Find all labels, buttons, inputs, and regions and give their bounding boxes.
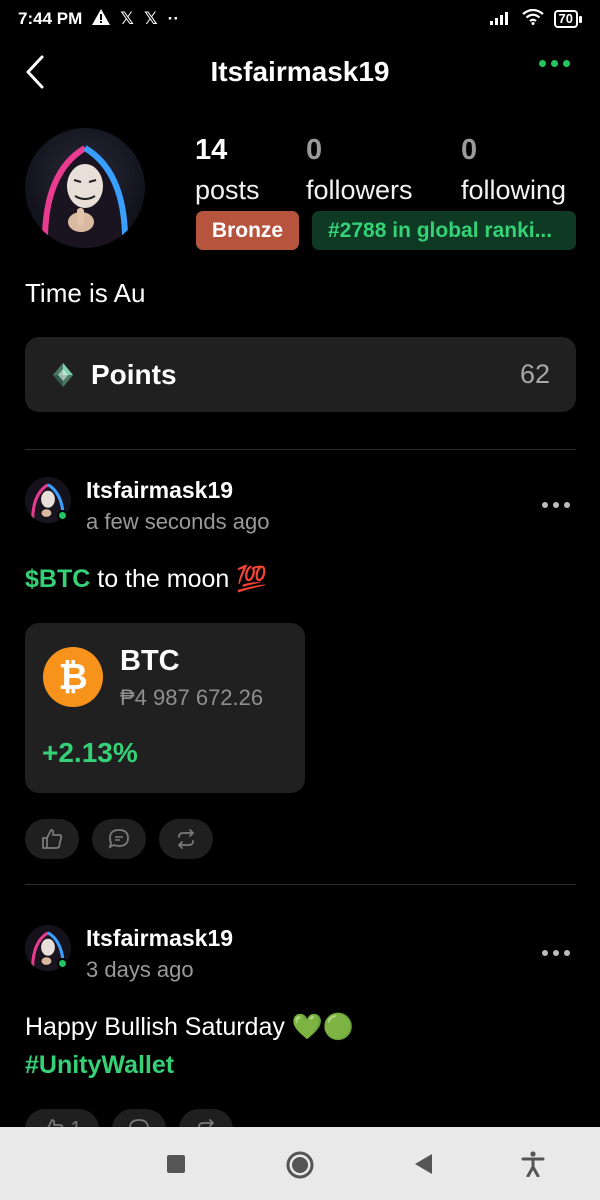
triangle-back-icon [415, 1154, 432, 1174]
post-text: to the moon 💯 [90, 565, 268, 593]
thumbs-up-icon [42, 829, 63, 849]
coin-symbol: BTC [120, 645, 180, 677]
post-timestamp: 3 days ago [86, 957, 194, 982]
post-author-avatar[interactable] [25, 925, 71, 971]
comment-icon [108, 829, 129, 849]
wifi-icon [521, 8, 544, 30]
points-card[interactable]: Points 62 [25, 337, 576, 412]
divider [25, 884, 576, 885]
posts-stat[interactable]: 14 posts [195, 130, 260, 210]
warning-icon [92, 8, 111, 30]
chevron-left-icon [26, 55, 44, 89]
post-timestamp: a few seconds ago [86, 509, 270, 534]
bitcoin-icon: ₿ [43, 647, 103, 707]
battery-icon: 70 [553, 10, 582, 28]
circle-icon [286, 1151, 314, 1179]
post-author-name[interactable]: Itsfairmask19 [86, 925, 233, 952]
repost-button[interactable] [159, 819, 213, 859]
hashtag-link[interactable]: #UnityWallet [25, 1046, 354, 1084]
accessibility-icon [521, 1151, 545, 1177]
post-body: $BTC to the moon 💯 [25, 560, 267, 598]
back-button[interactable] [20, 54, 50, 90]
followers-label: followers [306, 175, 413, 205]
points-value: 62 [519, 359, 550, 389]
coin-change: +2.13% [42, 737, 138, 768]
coin-card[interactable]: ₿ BTC ₱4 987 672.26 +2.13% [25, 623, 305, 793]
profile-bio: Time is Au [25, 278, 146, 308]
x-logo-icon: 𝕏 [143, 9, 158, 28]
back-nav-button[interactable] [408, 1149, 438, 1179]
points-label: Points [91, 358, 177, 390]
coin-price: ₱4 987 672.26 [120, 685, 264, 710]
following-count: 0 [461, 134, 478, 166]
status-bar: 7:44 PM 𝕏 𝕏 ·· 70 [0, 0, 600, 38]
more-options-button[interactable] [539, 60, 570, 67]
recents-button[interactable] [161, 1149, 191, 1179]
divider [25, 449, 576, 450]
following-stat[interactable]: 0 following [461, 130, 566, 210]
x-logo-icon: 𝕏 [120, 9, 134, 28]
posts-label: posts [195, 175, 260, 205]
online-indicator [57, 510, 68, 521]
post-more-button[interactable] [542, 502, 570, 508]
more-dots-icon: ·· [167, 9, 179, 28]
diamond-icon [53, 362, 73, 387]
square-icon [167, 1155, 185, 1173]
tier-badge[interactable]: Bronze [196, 211, 299, 250]
like-button[interactable] [25, 819, 79, 859]
profile-avatar[interactable] [25, 128, 145, 248]
signal-icon [489, 9, 512, 30]
profile-stats: 14 posts 0 followers 0 following [195, 130, 585, 210]
followers-count: 0 [306, 134, 323, 166]
home-button[interactable] [284, 1149, 316, 1181]
page-title: Itsfairmask19 [210, 56, 390, 87]
post-more-button[interactable] [542, 950, 570, 956]
post-body: Happy Bullish Saturday 💚🟢 #UnityWallet [25, 1008, 354, 1084]
accessibility-button[interactable] [518, 1149, 548, 1179]
top-app-bar: Itsfairmask19 [0, 44, 600, 100]
system-navigation-bar [0, 1127, 600, 1200]
status-time: 7:44 PM [18, 9, 83, 28]
repost-icon [178, 829, 194, 849]
post-author-name[interactable]: Itsfairmask19 [86, 477, 233, 504]
rank-badge[interactable]: #2788 in global ranki... [312, 211, 576, 250]
post-text: Happy Bullish Saturday 💚🟢 [25, 1013, 355, 1041]
posts-count: 14 [195, 134, 228, 166]
cashtag-link[interactable]: $BTC [25, 565, 90, 593]
post-author-avatar[interactable] [25, 477, 71, 523]
followers-stat[interactable]: 0 followers [306, 130, 413, 210]
online-indicator [57, 958, 68, 969]
following-label: following [461, 175, 567, 205]
comment-button[interactable] [92, 819, 146, 859]
